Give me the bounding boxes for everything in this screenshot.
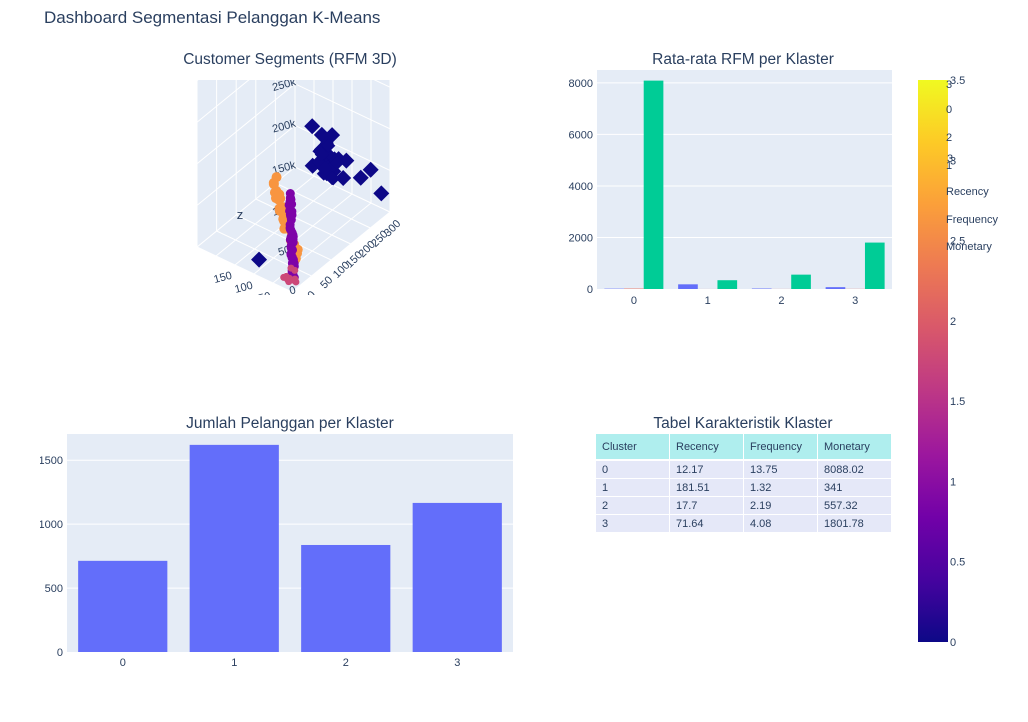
table-header-cell: Frequency	[744, 434, 817, 461]
table-row: 3 71.64 4.08 1801.78	[596, 515, 891, 533]
colorbar-tick-label: 2	[950, 316, 956, 328]
scatter-point	[286, 225, 296, 235]
table-cell: 341	[818, 479, 891, 497]
x-tick-label: 100	[233, 280, 254, 295]
x-tick-label: 3	[454, 657, 460, 669]
colorbar-tick-label: 1	[950, 476, 956, 488]
bar	[717, 280, 738, 289]
table-cell: 12.17	[670, 461, 743, 479]
table-cell: 2	[596, 497, 669, 515]
table-row: 0 12.17 13.75 8088.02	[596, 461, 891, 479]
table-cell: 0	[596, 461, 669, 479]
y-tick-label: 0	[57, 647, 63, 659]
table-cell: 3	[596, 515, 669, 533]
dashboard-title: Dashboard Segmentasi Pelanggan K-Means	[44, 8, 381, 27]
y-tick-label: 0	[305, 289, 318, 295]
legend-overlap-label: 2	[946, 132, 953, 144]
rfm-bar-chart[interactable]: 0 2000 4000 6000 8000 0 1 2 3	[560, 70, 900, 310]
table-row: 1 181.51 1.32 341	[596, 479, 891, 497]
bar	[791, 274, 811, 289]
count-bar-chart[interactable]: 0 500 1000 1500 0 1 2 3	[40, 430, 520, 670]
table-header-cell: Monetary	[818, 434, 891, 461]
scatter-point	[288, 276, 296, 284]
legend-overlap-label: 0	[946, 104, 953, 116]
y-tick-label: 2000	[569, 232, 593, 244]
bar	[864, 242, 885, 289]
legend-overlap-label: 3	[946, 79, 953, 91]
table-cell: 13.75	[744, 461, 817, 479]
scatter-point	[274, 189, 285, 200]
plot-background	[597, 70, 892, 289]
x-tick-label: 50	[257, 290, 272, 295]
scatter-point	[287, 264, 295, 272]
bar	[678, 284, 698, 289]
x-tick-label: 2	[343, 657, 349, 669]
bar	[825, 287, 846, 289]
table-header-cell: Recency	[670, 434, 743, 461]
colorbar: 00.511.522.533.5	[918, 75, 965, 649]
table-cell: 17.7	[670, 497, 743, 515]
y-tick-label: 500	[45, 583, 63, 595]
colorbar-tick-label: 1.5	[950, 396, 965, 408]
z-axis-label: z	[237, 207, 244, 222]
table-cell: 1	[596, 479, 669, 497]
y-tick-label: 6000	[569, 129, 593, 141]
bar	[412, 502, 502, 652]
rfm-bar-title: Rata-rata RFM per Klaster	[652, 51, 834, 68]
scatter3d-title: Customer Segments (RFM 3D)	[183, 51, 397, 68]
scatter-point	[285, 194, 295, 204]
bar	[301, 544, 391, 652]
colorbar-gradient	[918, 80, 948, 642]
y-tick-label: 8000	[569, 78, 593, 90]
colorbar-tick-label: 0	[950, 637, 956, 649]
bar	[78, 560, 168, 652]
table-cell: 1801.78	[818, 515, 891, 533]
scatter-point	[285, 204, 295, 214]
table-cell: 2.19	[744, 497, 817, 515]
table-header-row: Cluster Recency Frequency Monetary	[596, 434, 891, 461]
table-cell: 557.32	[818, 497, 891, 515]
legend-item-frequency[interactable]: Frequency	[946, 214, 998, 226]
x-tick-label: 0	[631, 295, 637, 307]
scatter3d-chart[interactable]: 050k100k150k200k250k05010015005010015020…	[140, 80, 400, 295]
x-tick-label: 3	[852, 295, 858, 307]
bar	[189, 444, 279, 652]
colorbar-tick-label: 3.5	[950, 75, 965, 87]
cluster-table-wrap: Cluster Recency Frequency Monetary 0 12.…	[595, 434, 892, 533]
table-title: Tabel Karakteristik Klaster	[653, 415, 833, 432]
table-row: 2 17.7 2.19 557.32	[596, 497, 891, 515]
table-cell: 8088.02	[818, 461, 891, 479]
x-tick-label: 150	[212, 270, 233, 286]
x-tick-label: 2	[778, 295, 784, 307]
y-tick-label: 4000	[569, 181, 593, 193]
table-cell: 181.51	[670, 479, 743, 497]
table-cell: 1.32	[744, 479, 817, 497]
legend-item-recency[interactable]: Recency	[946, 186, 989, 198]
scatter-point	[288, 245, 298, 255]
y-tick-label: 1500	[40, 455, 63, 467]
legend-item-monetary[interactable]: Monetary	[946, 241, 992, 253]
bar	[643, 80, 664, 289]
table-cell: 4.08	[744, 515, 817, 533]
legend-overlap-label: 1	[946, 160, 953, 172]
cluster-table: Cluster Recency Frequency Monetary 0 12.…	[595, 434, 892, 533]
x-tick-label: 1	[231, 657, 237, 669]
scatter-point	[271, 172, 282, 183]
y-tick-label: 50	[318, 274, 335, 291]
colorbar-tick-label: 0.5	[950, 557, 965, 569]
y-tick-label: 0	[587, 284, 593, 296]
x-tick-label: 1	[705, 295, 711, 307]
x-tick-label: 0	[120, 657, 126, 669]
table-cell: 71.64	[670, 515, 743, 533]
table-header-cell: Cluster	[596, 434, 669, 461]
y-tick-label: 1000	[40, 519, 63, 531]
